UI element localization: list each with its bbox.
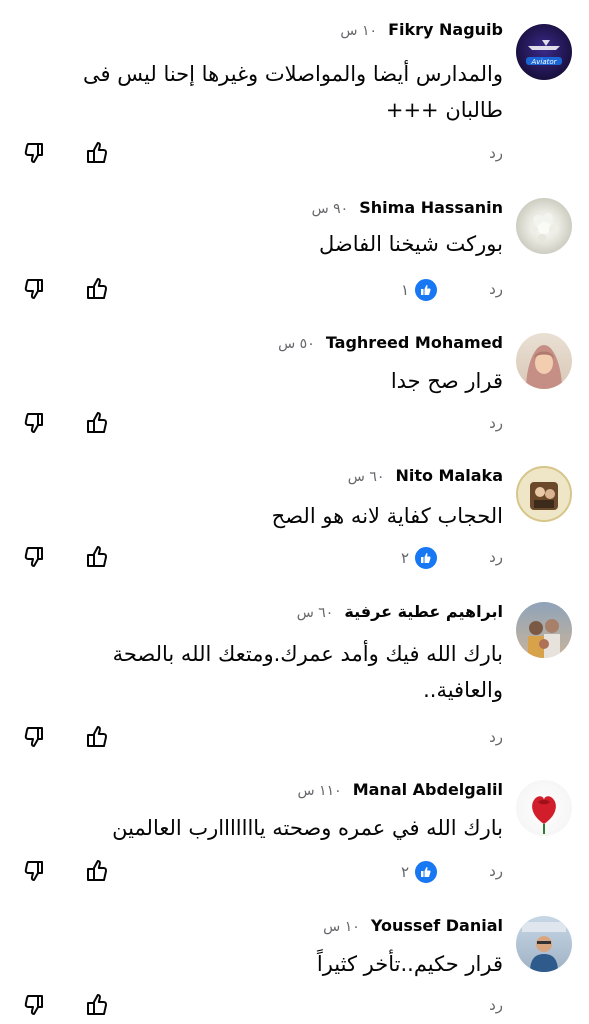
commenter-name[interactable]: Youssef Danial [371,916,503,935]
commenter-name[interactable]: ابراهيم عطية عرفية [344,602,503,621]
comment-actions: رد [0,140,589,170]
comment-header: Youssef Danial ١٠ س [323,916,503,937]
reply-link[interactable]: رد [489,280,503,298]
comment-time[interactable]: ١١٠ س [298,783,342,799]
avatar[interactable] [516,198,572,254]
thumbs-up-icon[interactable] [84,724,110,750]
reaction-summary[interactable]: ٢ [401,545,439,571]
thumbs-down-icon[interactable] [22,410,48,436]
reply-link[interactable]: رد [489,862,503,880]
comment-actions: رد ١ [0,276,589,306]
reaction-count: ١ [400,281,409,299]
avatar-logo-text: Aviator [530,58,557,66]
avatar[interactable] [516,333,572,389]
thumbs-down-icon[interactable] [22,724,48,750]
reaction-summary[interactable]: ٢ [401,859,439,885]
comment-time[interactable]: ٦٠ س [348,469,385,485]
avatar[interactable] [516,916,572,972]
comment-actions: رد [0,724,589,754]
thumbs-down-icon[interactable] [22,858,48,884]
reaction-count: ٢ [400,863,409,881]
commenter-name[interactable]: Manal Abdelgalil [353,780,503,799]
reaction-count: ٢ [400,549,409,567]
avatar[interactable] [516,466,572,522]
comment-actions: رد [0,992,589,1022]
reply-link[interactable]: رد [489,996,503,1014]
comment-text: بارك الله في عمره وصحته يااااااارب العال… [112,816,503,840]
thumbs-down-icon[interactable] [22,140,48,166]
comment-text: الحجاب كفاية لانه هو الصح [271,504,503,528]
avatar[interactable] [516,780,572,836]
comment-actions: رد ٢ [0,544,589,574]
commenter-name[interactable]: Shima Hassanin [359,198,503,217]
comment-text: بوركت شيخنا الفاضل [318,232,503,256]
comment-header: Taghreed Mohamed ٥٠ س [278,333,503,354]
comment-header: ابراهيم عطية عرفية ٦٠ س [297,602,503,623]
comment-header: Fikry Naguib ١٠ س [340,20,503,41]
comment-header: Nito Malaka ٦٠ س [348,466,503,487]
reply-link[interactable]: رد [489,144,503,162]
like-reaction-icon [413,859,439,885]
commenter-name[interactable]: Nito Malaka [395,466,503,485]
commenter-name[interactable]: Taghreed Mohamed [326,333,503,352]
comment-time[interactable]: ٦٠ س [297,605,334,621]
like-reaction-icon [413,545,439,571]
comment-text: والمدارس أيضا والمواصلات وغيرها إحنا ليس… [83,62,503,122]
comment-header: Shima Hassanin ٩٠ س [312,198,503,219]
comment-time[interactable]: ١٠ س [340,23,377,39]
avatar[interactable] [516,602,572,658]
thumbs-up-icon[interactable] [84,410,110,436]
thumbs-up-icon[interactable] [84,544,110,570]
reaction-summary[interactable]: ١ [401,277,439,303]
like-reaction-icon [413,277,439,303]
commenter-name[interactable]: Fikry Naguib [388,20,503,39]
thumbs-up-icon[interactable] [84,858,110,884]
comment-header: Manal Abdelgalil ١١٠ س [298,780,504,801]
thumbs-down-icon[interactable] [22,544,48,570]
comment-time[interactable]: ٩٠ س [312,201,349,217]
comment-text: بارك الله فيك وأمد عمرك.ومتعك الله بالصح… [112,642,503,702]
reply-link[interactable]: رد [489,548,503,566]
avatar[interactable]: Aviator [516,24,572,80]
comment-actions: رد [0,410,589,440]
comment-text: قرار صح جدا [390,369,503,393]
thumbs-up-icon[interactable] [84,992,110,1018]
reply-link[interactable]: رد [489,728,503,746]
thumbs-down-icon[interactable] [22,992,48,1018]
thumbs-up-icon[interactable] [84,276,110,302]
comment-text: قرار حكيم..تأخر كثيراً [316,952,503,976]
thumbs-up-icon[interactable] [84,140,110,166]
comment-time[interactable]: ٥٠ س [278,336,315,352]
thumbs-down-icon[interactable] [22,276,48,302]
comment-actions: رد ٢ [0,858,589,888]
reply-link[interactable]: رد [489,414,503,432]
comment-time[interactable]: ١٠ س [323,919,360,935]
